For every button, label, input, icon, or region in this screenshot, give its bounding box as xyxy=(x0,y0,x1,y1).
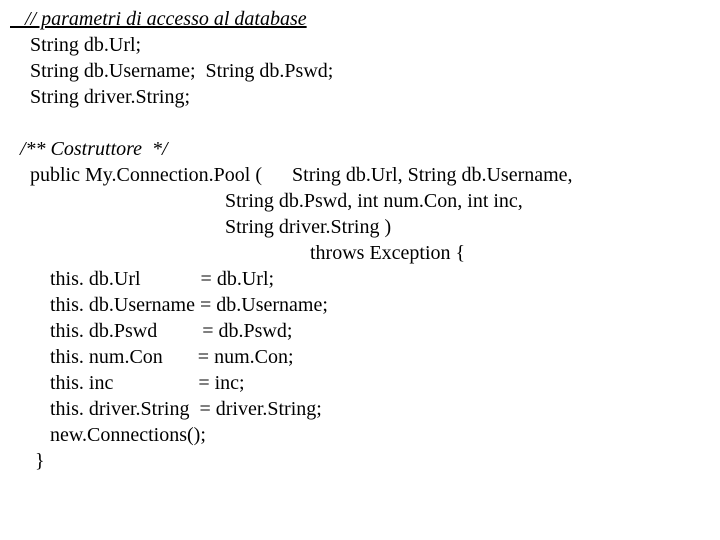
close-brace: } xyxy=(10,448,710,474)
throws-clause: throws Exception { xyxy=(10,240,710,266)
ctor-signature-1: public My.Connection.Pool ( String db.Ur… xyxy=(10,162,710,188)
assign-num-con: this. num.Con = num.Con; xyxy=(10,344,710,370)
assign-db-username: this. db.Username = db.Username; xyxy=(10,292,710,318)
ctor-signature-2: String db.Pswd, int num.Con, int inc, xyxy=(10,188,710,214)
comment-db-params: // parametri di accesso al database xyxy=(10,6,710,32)
blank-line xyxy=(10,110,710,136)
assign-db-url: this. db.Url = db.Url; xyxy=(10,266,710,292)
assign-driver-string: this. driver.String = driver.String; xyxy=(10,396,710,422)
assign-inc: this. inc = inc; xyxy=(10,370,710,396)
assign-db-pswd: this. db.Pswd = db.Pswd; xyxy=(10,318,710,344)
call-new-connections: new.Connections(); xyxy=(10,422,710,448)
comment-constructor: /** Costruttore */ xyxy=(10,136,710,162)
decl-driver-string: String driver.String; xyxy=(10,84,710,110)
decl-db-url: String db.Url; xyxy=(10,32,710,58)
ctor-signature-3: String driver.String ) xyxy=(10,214,710,240)
decl-db-username-pswd: String db.Username; String db.Pswd; xyxy=(10,58,710,84)
